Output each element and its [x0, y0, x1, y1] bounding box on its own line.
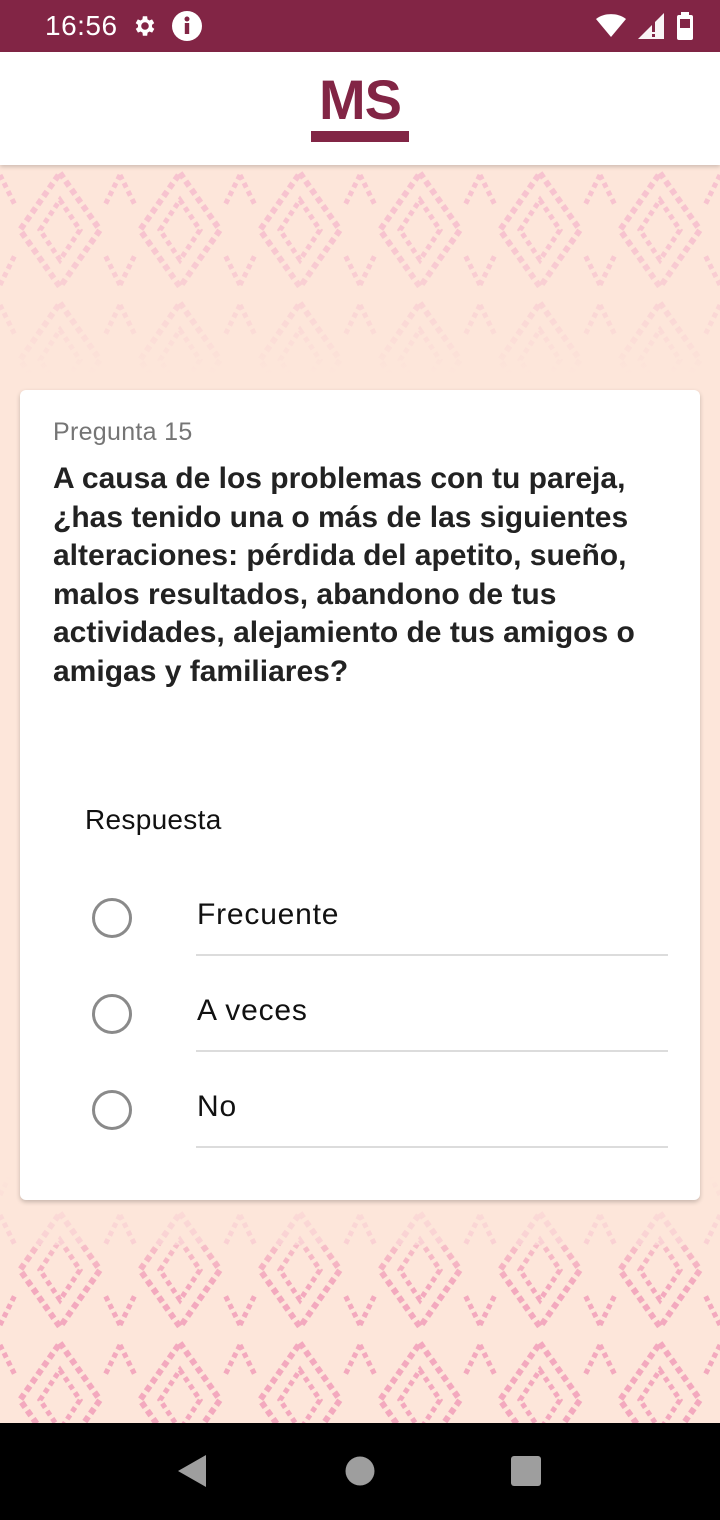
- radio-button[interactable]: [92, 898, 132, 938]
- radio-button[interactable]: [92, 1090, 132, 1130]
- home-icon[interactable]: [345, 1456, 375, 1491]
- logo-text: MS: [319, 68, 402, 131]
- divider: [196, 1050, 668, 1052]
- status-time: 16:56: [45, 10, 118, 41]
- option-label: A veces: [197, 994, 308, 1027]
- option-no[interactable]: No: [20, 1072, 700, 1168]
- status-bar: 16:56: [0, 0, 720, 52]
- logo-underline: [311, 131, 409, 142]
- navigation-bar: [0, 1423, 720, 1520]
- app-logo: MS: [310, 68, 410, 142]
- question-text: A causa de los problemas con tu pareja, …: [53, 462, 635, 688]
- recents-icon[interactable]: [511, 1456, 541, 1491]
- back-icon[interactable]: [176, 1453, 208, 1494]
- option-label: Frecuente: [197, 898, 340, 931]
- app-header: MS: [0, 52, 720, 165]
- question-card: Pregunta 15 A causa de los problemas con…: [20, 390, 700, 1200]
- info-icon: [171, 11, 202, 41]
- answer-label: Respuesta: [85, 804, 222, 835]
- divider: [196, 1146, 668, 1148]
- option-label: No: [197, 1090, 237, 1123]
- option-a-veces[interactable]: A veces: [20, 976, 700, 1072]
- divider: [196, 954, 668, 956]
- wifi-icon: [596, 14, 626, 38]
- question-number: Pregunta 15: [53, 418, 193, 446]
- option-frecuente[interactable]: Frecuente: [20, 880, 700, 976]
- battery-icon: [676, 12, 694, 40]
- signal-icon: [638, 13, 664, 39]
- radio-button[interactable]: [92, 994, 132, 1034]
- settings-icon: [132, 13, 158, 39]
